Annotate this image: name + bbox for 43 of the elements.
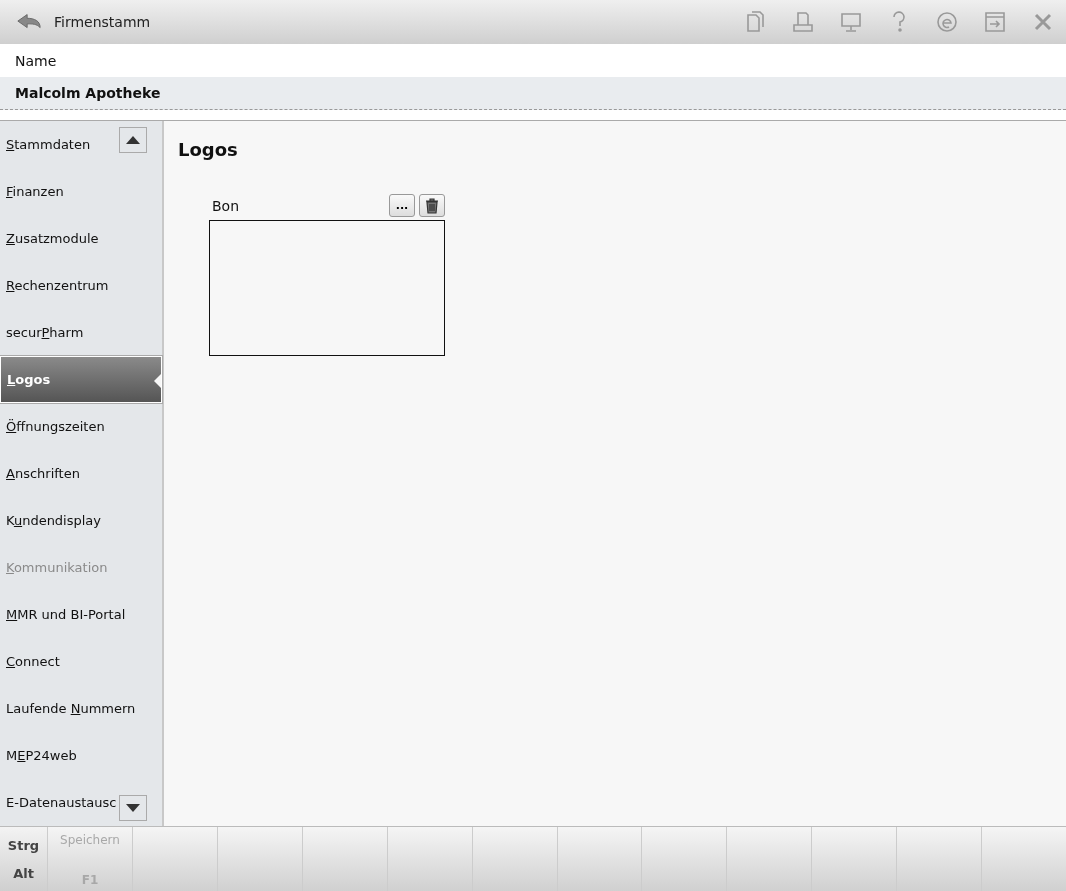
sidebar-item[interactable]: Laufende Nummern (0, 685, 162, 733)
sidebar-item[interactable]: Logos (0, 356, 162, 404)
logo-label: Bon (211, 197, 241, 214)
sidebar-item[interactable]: Anschriften (0, 450, 162, 498)
name-label: Name (15, 52, 57, 69)
sidebar-item[interactable]: Kundendisplay (0, 497, 162, 545)
function-key[interactable] (132, 827, 217, 891)
function-key[interactable] (387, 827, 472, 891)
modifier-key: Alt (13, 865, 34, 881)
triangle-up-icon (126, 136, 140, 144)
sidebar-item[interactable]: Öffnungszeiten (0, 403, 162, 451)
sidebar-item[interactable]: Finanzen (0, 168, 162, 215)
function-key[interactable] (727, 827, 812, 891)
function-key[interactable] (302, 827, 387, 891)
sidebar-item[interactable]: MEP24web (0, 732, 162, 780)
modifier-key: Strg (7, 837, 40, 853)
sidebar-item[interactable]: Connect (0, 638, 162, 686)
section-title: Logos (178, 139, 239, 160)
function-key[interactable] (642, 827, 727, 891)
function-key[interactable] (472, 827, 557, 891)
trash-icon (425, 197, 439, 214)
delete-button[interactable] (419, 194, 445, 217)
function-key[interactable] (982, 827, 1066, 891)
printer-icon[interactable] (790, 9, 816, 35)
scroll-down-button[interactable] (119, 795, 147, 821)
function-key[interactable] (897, 827, 982, 891)
window-title: Firmenstamm (54, 14, 152, 30)
function-key[interactable] (217, 827, 302, 891)
sidebar-item[interactable]: E-Datenaustausc (0, 779, 162, 827)
e-circle-icon[interactable] (934, 9, 960, 35)
sidebar-item[interactable]: Zusatzmodule (0, 215, 162, 262)
sidebar-item[interactable]: securPharm (0, 309, 162, 356)
triangle-down-icon (126, 804, 140, 812)
function-key[interactable] (557, 827, 642, 891)
export-icon[interactable] (982, 9, 1008, 35)
scroll-up-button[interactable] (119, 127, 147, 153)
logo-preview[interactable] (209, 220, 445, 356)
name-value: Malcolm Apotheke (15, 85, 161, 101)
sidebar-item[interactable]: Rechenzentrum (0, 262, 162, 309)
sidebar-item[interactable]: MMR und BI-Portal (0, 591, 162, 639)
browse-button[interactable]: ... (389, 194, 415, 217)
function-key[interactable] (812, 827, 897, 891)
sidebar-item[interactable]: Stammdaten (0, 121, 162, 168)
